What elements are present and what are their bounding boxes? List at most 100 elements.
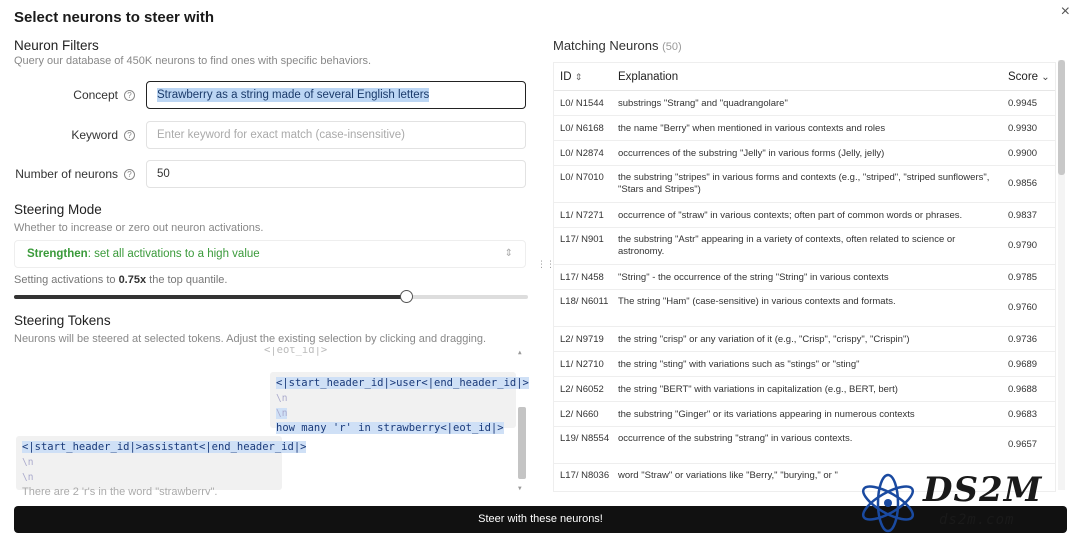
neuron-explanation: the string "crisp" or any variation of i… (618, 334, 910, 345)
results-count: (50) (662, 41, 682, 53)
neuron-explanation: the substring "stripes" in various forms… (618, 172, 990, 195)
assistant-message[interactable]: <|start_header_id|>assistant<|end_header… (16, 436, 307, 495)
neuron-score: 0.9945 (1008, 98, 1038, 109)
help-icon[interactable]: ? (124, 130, 135, 141)
neuron-id: L17/ N8036 (560, 470, 610, 481)
mode-title: Steering Mode (14, 202, 102, 217)
scroll-thumb[interactable] (1058, 60, 1065, 175)
activation-slider[interactable] (14, 290, 528, 303)
watermark-logo: DS2M ds2m.com (855, 470, 1070, 536)
concept-input-selection: Strawberry as a string made of several E… (157, 88, 430, 102)
neuron-score: 0.9785 (1008, 272, 1038, 283)
keyword-row: Keyword ? Enter keyword for exact match … (14, 121, 530, 151)
table-header: ID ⇕ Explanation Score ⌄ (554, 63, 1055, 91)
sort-icon: ⇕ (574, 72, 583, 82)
scroll-down-icon[interactable]: ▼ (518, 485, 522, 492)
results-title-text: Matching Neurons (553, 38, 659, 53)
mode-subtitle: Whether to increase or zero out neuron a… (14, 222, 264, 234)
keyword-input[interactable]: Enter keyword for exact match (case-inse… (146, 121, 526, 149)
table-body: L0/ N1544 substrings "Strang" and "quadra… (554, 91, 1055, 491)
assistant-text-tokens[interactable]: There are 2 'r's in the word "strawberry… (22, 486, 217, 495)
token-fragment[interactable]: <|eot_id|> (264, 347, 327, 356)
concept-input[interactable]: Strawberry as a string made of several E… (146, 81, 526, 109)
table-row[interactable]: L17/ N901 the substring "Astr" appearing … (554, 228, 1055, 265)
slider-knob[interactable] (399, 290, 413, 303)
help-icon[interactable]: ? (124, 90, 135, 101)
watermark-url: ds2m.com (939, 512, 1015, 528)
num-neurons-input[interactable]: 50 (146, 160, 526, 188)
neuron-score: 0.9683 (1008, 409, 1038, 420)
neuron-explanation: the name "Berry" when mentioned in vario… (618, 123, 886, 134)
table-row[interactable]: L0/ N6168 the name "Berry" when mentioned… (554, 116, 1055, 141)
neuron-score: 0.9930 (1008, 123, 1038, 134)
right-panel: Matching Neurons (50) ID ⇕ Explanation S… (553, 38, 1070, 492)
neuron-id: L1/ N2710 (560, 359, 604, 370)
neuron-id: L17/ N901 (560, 234, 604, 245)
neuron-explanation: the string "BERT" with variations in cap… (618, 384, 898, 395)
col-score-header[interactable]: Score ⌄ (1008, 71, 1050, 83)
mode-select[interactable]: Strengthen: set all activations to a hig… (14, 240, 526, 268)
tokens-subtitle: Neurons will be steered at selected toke… (14, 333, 487, 345)
neurons-table: ID ⇕ Explanation Score ⌄ L0/ N1544 substr… (553, 62, 1056, 492)
assistant-header-tokens[interactable]: <|start_header_id|>assistant<|end_header… (22, 441, 307, 453)
tokens-area[interactable]: <|eot_id|> <|start_header_id|>user<|end_… (14, 347, 530, 495)
neuron-score: 0.9837 (1008, 210, 1038, 221)
table-row[interactable]: L2/ N9719 the string "crisp" or any varia… (554, 327, 1055, 352)
neuron-id: L2/ N9719 (560, 334, 604, 345)
neuron-id: L17/ N458 (560, 272, 604, 283)
keyword-label: Keyword (71, 128, 118, 142)
table-row[interactable]: L0/ N7010 the substring "stripes" in vari… (554, 166, 1055, 203)
user-text-tokens[interactable]: how many 'r' in strawberry<|eot_id|> (276, 422, 504, 434)
table-row[interactable]: L0/ N2874 occurrences of the substring "J… (554, 141, 1055, 166)
neuron-id: L0/ N7010 (560, 172, 604, 183)
neuron-id: L2/ N6052 (560, 384, 604, 395)
left-panel: Neuron Filters Query our database of 450… (14, 38, 530, 495)
help-icon[interactable]: ? (124, 169, 135, 180)
col-id-header[interactable]: ID ⇕ (560, 71, 582, 83)
neuron-explanation: occurrence of the substring "strang" in … (618, 433, 853, 444)
neuron-explanation: occurrences of the substring "Jelly" in … (618, 148, 885, 159)
results-title: Matching Neurons (50) (553, 38, 1070, 53)
tokens-scrollbar[interactable]: ▲ ▼ (518, 347, 526, 495)
table-row[interactable]: L2/ N660 the substring "Ginger" or its va… (554, 402, 1055, 427)
neuron-explanation: "String" - the occurrence of the string … (618, 272, 889, 283)
newline-token[interactable]: \n (276, 408, 288, 419)
newline-token[interactable]: \n (276, 393, 287, 404)
user-message[interactable]: <|start_header_id|>user<|end_header_id|>… (270, 372, 529, 434)
neuron-score: 0.9689 (1008, 359, 1038, 370)
neuron-id: L1/ N7271 (560, 210, 604, 221)
scroll-up-icon[interactable]: ▲ (518, 349, 522, 356)
neuron-score: 0.9760 (1008, 302, 1038, 313)
col-expl-header: Explanation (618, 71, 679, 83)
scroll-thumb[interactable] (518, 407, 526, 479)
act-value: 0.75x (118, 274, 147, 286)
table-row[interactable]: L18/ N6011 The string "Ham" (case-sensiti… (554, 290, 1055, 327)
table-row[interactable]: L1/ N7271 occurrence of "straw" in variou… (554, 203, 1055, 228)
neuron-score: 0.9790 (1008, 240, 1038, 251)
table-row[interactable]: L17/ N458 "String" - the occurrence of th… (554, 265, 1055, 290)
col-score-label: Score (1008, 71, 1039, 83)
act-prefix: Setting activations to (14, 274, 119, 286)
filters-subtitle: Query our database of 450K neurons to fi… (14, 55, 372, 67)
neuron-id: L0/ N6168 (560, 123, 604, 134)
newline-token[interactable]: \n (22, 472, 33, 483)
newline-token[interactable]: \n (22, 457, 33, 468)
user-header-tokens[interactable]: <|start_header_id|>user<|end_header_id|> (276, 377, 529, 389)
table-row[interactable]: L2/ N6052 the string "BERT" with variatio… (554, 377, 1055, 402)
close-icon[interactable]: × (1061, 3, 1070, 21)
neuron-explanation: occurrence of "straw" in various context… (618, 210, 963, 221)
table-row[interactable]: L1/ N2710 the string "sting" with variati… (554, 352, 1055, 377)
results-scrollbar[interactable] (1058, 60, 1065, 490)
table-row[interactable]: L19/ N8554 occurrence of the substring "s… (554, 427, 1055, 464)
sort-desc-icon: ⌄ (1041, 72, 1050, 83)
neuron-score: 0.9688 (1008, 384, 1038, 395)
neuron-explanation: The string "Ham" (case-sensitive) in var… (618, 296, 896, 307)
neuron-id: L18/ N6011 (560, 296, 609, 307)
mode-selected-bold: Strengthen (27, 248, 88, 260)
table-row[interactable]: L0/ N1544 substrings "Strang" and "quadra… (554, 91, 1055, 116)
neuron-score: 0.9657 (1008, 439, 1038, 450)
neuron-explanation: the substring "Ginger" or its variations… (618, 409, 915, 420)
slider-fill (14, 295, 406, 299)
neuron-explanation: the substring "Astr" appearing in a vari… (618, 234, 956, 257)
act-suffix: the top quantile. (146, 274, 228, 286)
